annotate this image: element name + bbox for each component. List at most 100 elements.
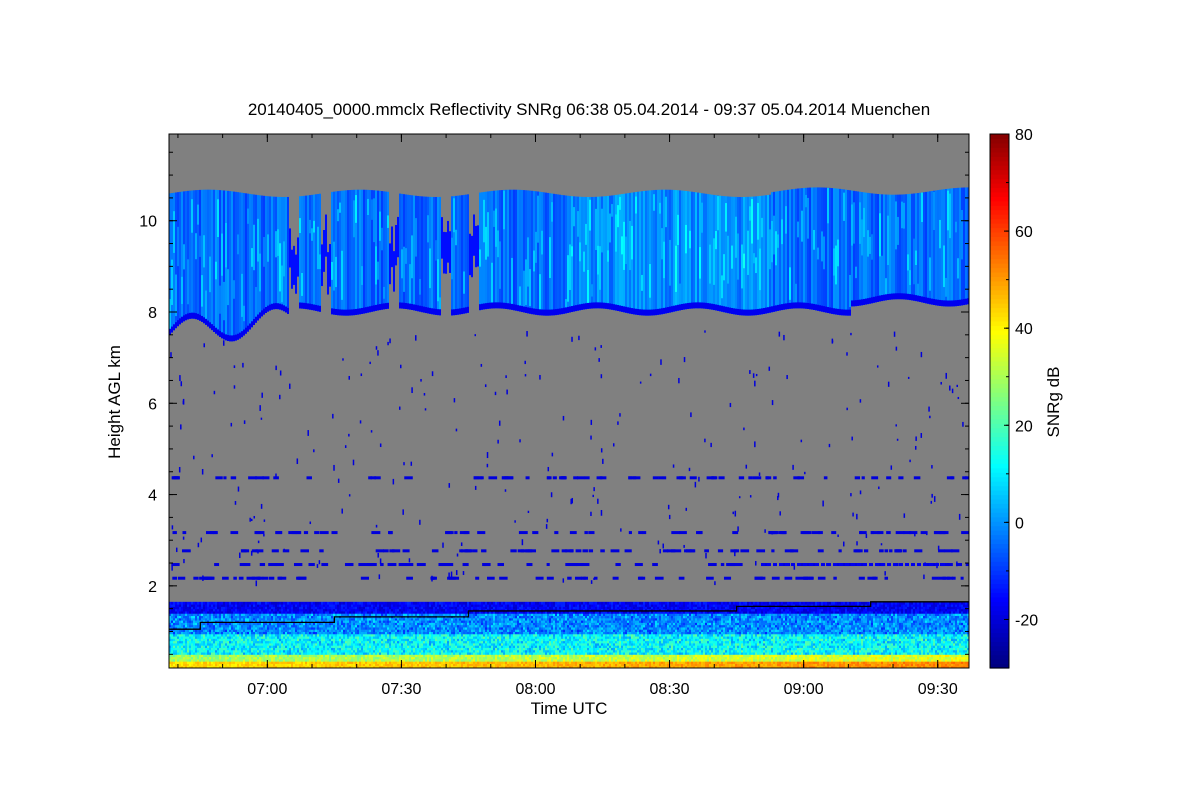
- cirrus-column: [705, 193, 707, 309]
- noise-speckle: [237, 486, 240, 492]
- noise-speckle: [657, 540, 660, 545]
- cirrus-base-edge: [801, 302, 803, 309]
- cirrus-column: [335, 191, 337, 315]
- cirrus-base-edge: [577, 304, 579, 311]
- cirrus-column: [695, 192, 697, 309]
- cirrus-streak: [807, 197, 809, 239]
- clutter-dash: [238, 576, 244, 580]
- cirrus-base-edge: [717, 304, 719, 311]
- cirrus-base-edge: [609, 303, 611, 310]
- cirrus-streak: [473, 214, 475, 256]
- cirrus-base-edge: [343, 309, 345, 316]
- cirrus-base-edge: [893, 293, 895, 300]
- cirrus-streak: [411, 235, 413, 279]
- clutter-dash: [214, 563, 220, 567]
- clutter-dash: [858, 576, 865, 580]
- cirrus-base-edge: [697, 302, 699, 309]
- cirrus-base-edge: [611, 303, 613, 310]
- cirrus-base-edge: [791, 302, 793, 309]
- bl-cell: [237, 601, 239, 605]
- cirrus-column: [245, 193, 247, 334]
- cirrus-base-edge: [413, 304, 415, 311]
- noise-speckle: [710, 442, 712, 448]
- cirrus-streak: [319, 254, 321, 270]
- cirrus-base-edge: [695, 302, 697, 309]
- bl-cell: [269, 601, 271, 605]
- cirrus-streak: [795, 283, 797, 305]
- noise-speckle: [521, 539, 524, 546]
- cirrus-base-edge: [547, 309, 549, 316]
- cirrus-column: [359, 189, 361, 315]
- cirrus-base-edge: [489, 302, 491, 309]
- clutter-dash: [371, 531, 375, 535]
- cirrus-streak: [289, 228, 291, 268]
- noise-speckle: [261, 392, 263, 398]
- cirrus-streak: [955, 221, 957, 233]
- cirrus-base-edge: [369, 306, 371, 313]
- cirrus-column: [963, 187, 965, 306]
- cirrus-base-edge: [453, 309, 455, 316]
- clutter-dash: [652, 476, 659, 480]
- cirrus-streak: [709, 244, 711, 284]
- noise-speckle: [180, 381, 183, 387]
- cirrus-base-edge: [629, 307, 631, 314]
- cirrus-base-edge: [265, 306, 267, 313]
- cirrus-column: [211, 189, 213, 331]
- noise-speckle: [850, 332, 852, 336]
- bl-cell: [361, 601, 363, 605]
- bl-cell: [313, 601, 315, 605]
- cirrus-base-edge: [253, 319, 255, 326]
- clutter-dash: [920, 531, 928, 535]
- noise-speckle: [377, 552, 379, 558]
- cirrus-base-edge: [541, 309, 543, 316]
- clutter-dash: [172, 576, 178, 580]
- cirrus-column: [457, 195, 459, 315]
- cirrus-base-edge: [567, 306, 569, 313]
- clutter-dash: [306, 476, 312, 480]
- bl-cell: [253, 601, 255, 605]
- noise-speckle: [896, 438, 899, 441]
- clutter-dash: [809, 576, 814, 580]
- cirrus-streak: [665, 196, 667, 228]
- noise-speckle: [612, 443, 615, 447]
- clutter-dash: [770, 531, 778, 535]
- cirrus-base-edge: [929, 298, 931, 305]
- cirrus-base-edge: [173, 324, 175, 331]
- cirrus-column: [641, 191, 643, 316]
- noise-speckle: [348, 433, 350, 437]
- bl-cell: [181, 601, 183, 605]
- noise-speckle: [598, 358, 600, 362]
- cirrus-base-edge: [793, 302, 795, 309]
- clutter-dash: [532, 531, 539, 535]
- cirrus-base-edge: [457, 308, 459, 315]
- clutter-dash: [823, 476, 828, 480]
- noise-speckle: [415, 335, 417, 341]
- bl-cell: [175, 601, 177, 605]
- cirrus-streak: [355, 195, 357, 223]
- cirrus-base-edge: [275, 303, 277, 310]
- bl-cell: [329, 601, 331, 605]
- cirrus-column: [959, 187, 961, 306]
- cirrus-base-edge: [341, 309, 343, 316]
- cirrus-column: [689, 191, 691, 309]
- cirrus-base-edge: [769, 306, 771, 313]
- cirrus-base-edge: [633, 308, 635, 315]
- noise-speckle: [182, 536, 185, 540]
- cirrus-column: [463, 194, 465, 314]
- cirrus-streak: [471, 235, 473, 278]
- cirrus-base-edge: [819, 305, 821, 312]
- cirrus-streak: [443, 231, 445, 274]
- cirrus-base-edge: [421, 306, 423, 313]
- clutter-dash: [733, 549, 737, 553]
- cirrus-base-edge: [207, 320, 209, 327]
- cirrus-column: [783, 190, 785, 310]
- bl-cell: [325, 601, 327, 605]
- cirrus-base-edge: [621, 305, 623, 312]
- cirrus-streak: [801, 210, 803, 242]
- cirrus-streak: [497, 230, 499, 258]
- cirrus-base-edge: [869, 297, 871, 304]
- bl-cell: [247, 601, 249, 605]
- cirrus-streak: [813, 229, 815, 250]
- cirrus-streak: [361, 266, 363, 285]
- cirrus-base-edge: [665, 307, 667, 314]
